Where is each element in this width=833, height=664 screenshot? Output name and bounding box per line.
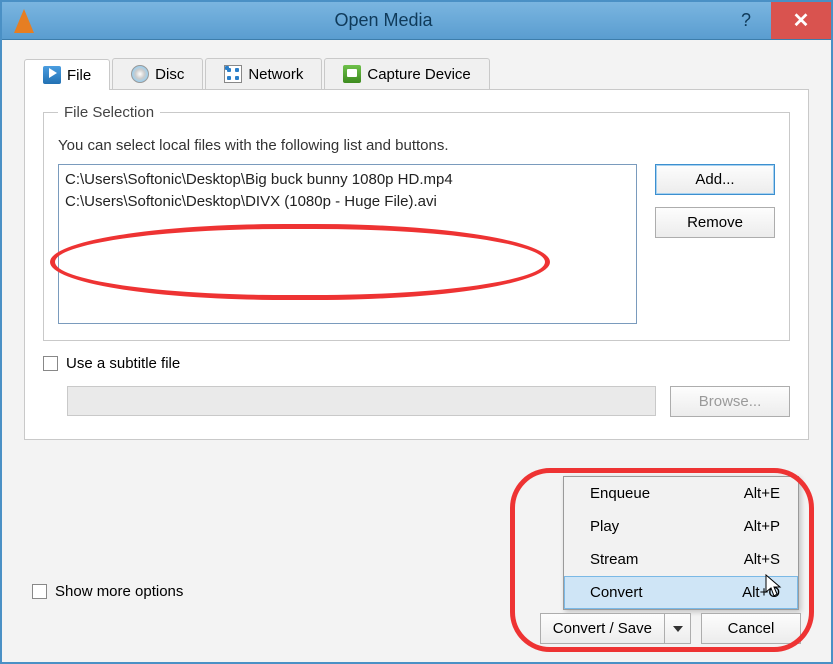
convert-save-menu: Enqueue Alt+E Play Alt+P Stream Alt+S Co…: [563, 476, 799, 610]
cursor-icon: [765, 574, 783, 598]
dialog-action-row: Convert / Save Cancel: [540, 613, 801, 644]
menu-item-play[interactable]: Play Alt+P: [564, 510, 798, 543]
list-item[interactable]: C:\Users\Softonic\Desktop\Big buck bunny…: [65, 169, 630, 191]
menu-item-shortcut: Alt+E: [744, 485, 780, 502]
disc-icon: [131, 65, 149, 83]
file-icon: [43, 66, 61, 84]
menu-item-label: Enqueue: [590, 485, 650, 502]
tab-disc[interactable]: Disc: [112, 58, 203, 89]
tab-network-label: Network: [248, 66, 303, 83]
show-more-checkbox[interactable]: [32, 584, 47, 599]
menu-item-label: Stream: [590, 551, 638, 568]
file-selection-instruction: You can select local files with the foll…: [58, 137, 775, 154]
titlebar: Open Media ? ✕: [2, 2, 831, 40]
subtitle-checkbox-label: Use a subtitle file: [66, 355, 180, 372]
menu-item-label: Play: [590, 518, 619, 535]
network-icon: [224, 65, 242, 83]
tab-disc-label: Disc: [155, 66, 184, 83]
menu-item-shortcut: Alt+P: [744, 518, 780, 535]
remove-button[interactable]: Remove: [655, 207, 775, 238]
subtitle-path-input: [67, 386, 656, 416]
menu-item-enqueue[interactable]: Enqueue Alt+E: [564, 477, 798, 510]
add-button[interactable]: Add...: [655, 164, 775, 195]
file-selection-group: File Selection You can select local file…: [43, 104, 790, 341]
convert-save-dropdown[interactable]: [665, 613, 691, 644]
menu-item-convert[interactable]: Convert Alt+O: [564, 576, 798, 609]
client-area: File Disc Network Capture Device File Se…: [2, 40, 831, 662]
cancel-button[interactable]: Cancel: [701, 613, 801, 644]
convert-save-button[interactable]: Convert / Save: [540, 613, 665, 644]
tab-capture[interactable]: Capture Device: [324, 58, 489, 89]
menu-item-shortcut: Alt+S: [744, 551, 780, 568]
capture-icon: [343, 65, 361, 83]
convert-save-split-button[interactable]: Convert / Save: [540, 613, 691, 644]
tab-file-label: File: [67, 67, 91, 84]
tab-file[interactable]: File: [24, 59, 110, 90]
close-button[interactable]: ✕: [771, 2, 831, 39]
vlc-cone-icon: [10, 7, 38, 35]
titlebar-buttons: ? ✕: [721, 2, 831, 39]
browse-button: Browse...: [670, 386, 790, 417]
chevron-down-icon: [673, 626, 683, 632]
window-title: Open Media: [46, 10, 721, 31]
file-selection-legend: File Selection: [58, 104, 160, 121]
subtitle-checkbox[interactable]: [43, 356, 58, 371]
subtitle-row: Use a subtitle file: [43, 355, 790, 372]
tab-network[interactable]: Network: [205, 58, 322, 89]
file-list[interactable]: C:\Users\Softonic\Desktop\Big buck bunny…: [58, 164, 637, 324]
tabstrip: File Disc Network Capture Device: [24, 58, 809, 90]
list-item[interactable]: C:\Users\Softonic\Desktop\DIVX (1080p - …: [65, 191, 630, 213]
show-more-label: Show more options: [55, 583, 183, 600]
open-media-dialog: Open Media ? ✕ File Disc Network Capture…: [0, 0, 833, 664]
help-button[interactable]: ?: [721, 2, 771, 39]
menu-item-label: Convert: [590, 584, 643, 601]
file-panel: File Selection You can select local file…: [24, 90, 809, 440]
menu-item-stream[interactable]: Stream Alt+S: [564, 543, 798, 576]
tab-capture-label: Capture Device: [367, 66, 470, 83]
